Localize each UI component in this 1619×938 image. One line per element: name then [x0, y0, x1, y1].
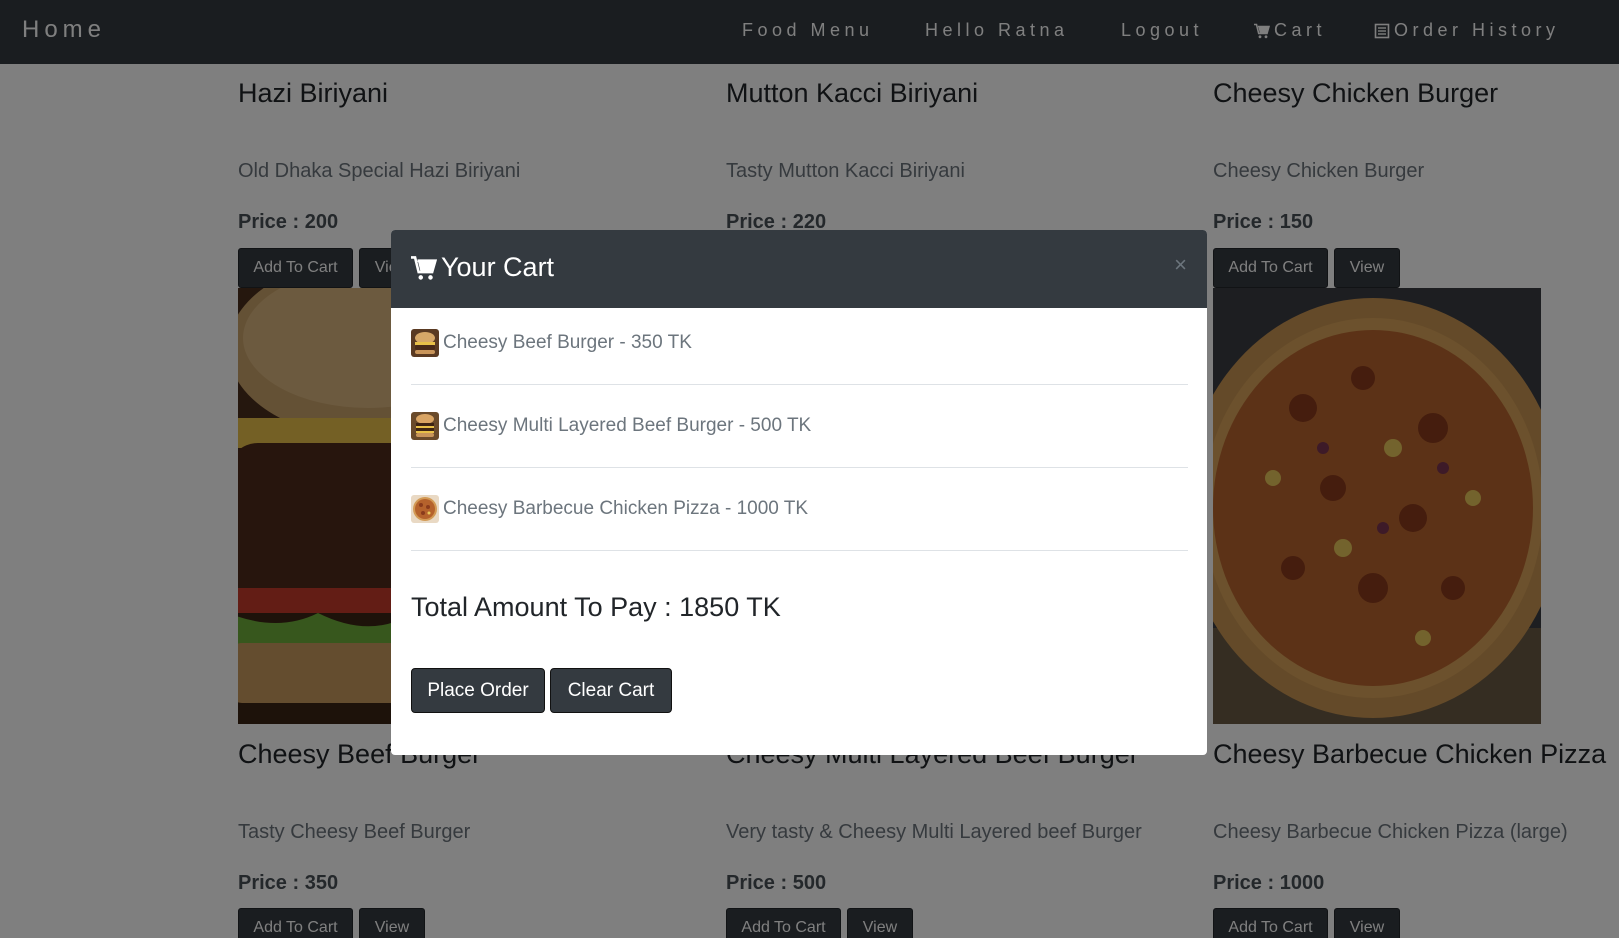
- pizza-thumbnail-icon: [411, 495, 439, 523]
- burger-thumbnail-icon: [411, 329, 439, 357]
- cart-item: Cheesy Barbecue Chicken Pizza - 1000 TK: [411, 468, 1188, 551]
- cart-item: Cheesy Multi Layered Beef Burger - 500 T…: [411, 385, 1188, 468]
- cart-item-text: Cheesy Beef Burger - 350 TK: [443, 332, 692, 353]
- cart-icon: [411, 255, 437, 280]
- place-order-button[interactable]: Place Order: [411, 668, 545, 713]
- total-amount: Total Amount To Pay : 1850 TK: [411, 592, 781, 622]
- close-icon[interactable]: ×: [1174, 254, 1187, 276]
- cart-item-text: Cheesy Multi Layered Beef Burger - 500 T…: [443, 415, 812, 436]
- cart-item: Cheesy Beef Burger - 350 TK: [411, 302, 1188, 385]
- modal-title-text: Your Cart: [441, 252, 555, 282]
- clear-cart-button[interactable]: Clear Cart: [550, 668, 672, 713]
- modal-header: Your Cart ×: [391, 230, 1207, 308]
- burger-thumbnail-icon: [411, 412, 439, 440]
- modal-title: Your Cart: [411, 252, 554, 283]
- cart-item-text: Cheesy Barbecue Chicken Pizza - 1000 TK: [443, 498, 809, 519]
- cart-modal: Your Cart × Cheesy Beef Burger - 350 TK: [391, 230, 1207, 755]
